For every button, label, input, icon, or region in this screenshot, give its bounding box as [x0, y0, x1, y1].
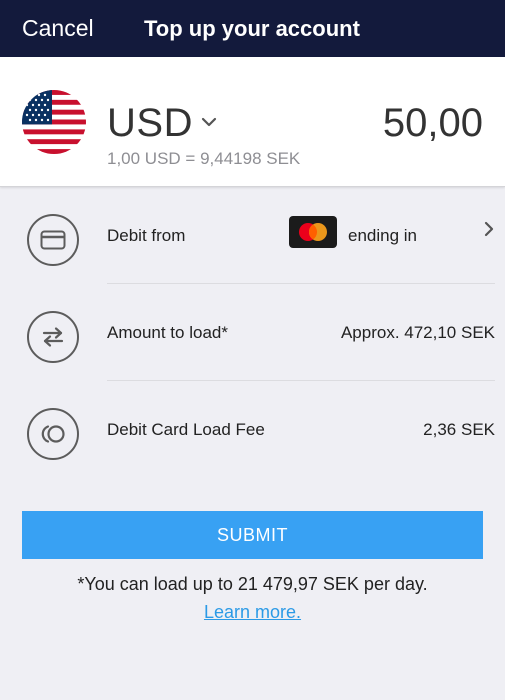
cancel-button[interactable]: Cancel [22, 0, 94, 57]
us-flag-icon [22, 90, 86, 154]
submit-button[interactable]: SUBMIT [22, 511, 483, 559]
chevron-right-icon [483, 221, 495, 242]
amount-to-load-row: Amount to load* Approx. 472,10 SEK [0, 284, 505, 381]
amount-to-load-label: Amount to load* [107, 322, 228, 342]
debit-from-row[interactable]: Debit from ending in [0, 187, 505, 284]
exchange-rate: 1,00 USD = 9,44198 SEK [107, 149, 301, 168]
card-ending-text: ending in [348, 225, 418, 245]
amount-panel: USD 50,00 1,00 USD = 9,44198 SEK [0, 57, 505, 187]
learn-more-link[interactable]: Learn more. [204, 602, 301, 622]
amount-input[interactable]: 50,00 [383, 101, 483, 145]
load-fee-row: Debit Card Load Fee 2,36 SEK [0, 381, 505, 478]
payment-details: Debit from ending in Amount to load* App… [0, 187, 505, 478]
currency-selector[interactable]: USD [107, 101, 217, 145]
chevron-down-icon [201, 115, 217, 133]
nav-bar: Cancel Top up your account [0, 0, 505, 57]
amount-to-load-value: Approx. 472,10 SEK [340, 322, 495, 342]
learn-more-container: Learn more. [0, 602, 505, 623]
mastercard-logo [289, 216, 337, 248]
credit-card-icon [27, 214, 79, 266]
page-title: Top up your account [144, 16, 360, 41]
coins-icon [27, 408, 79, 460]
currency-code: USD [107, 101, 193, 145]
swap-arrows-icon [27, 311, 79, 363]
load-fee-value: 2,36 SEK [423, 419, 495, 439]
daily-limit-note: *You can load up to 21 479,97 SEK per da… [77, 574, 428, 594]
load-fee-label: Debit Card Load Fee [107, 419, 265, 439]
debit-from-label: Debit from [107, 225, 186, 245]
